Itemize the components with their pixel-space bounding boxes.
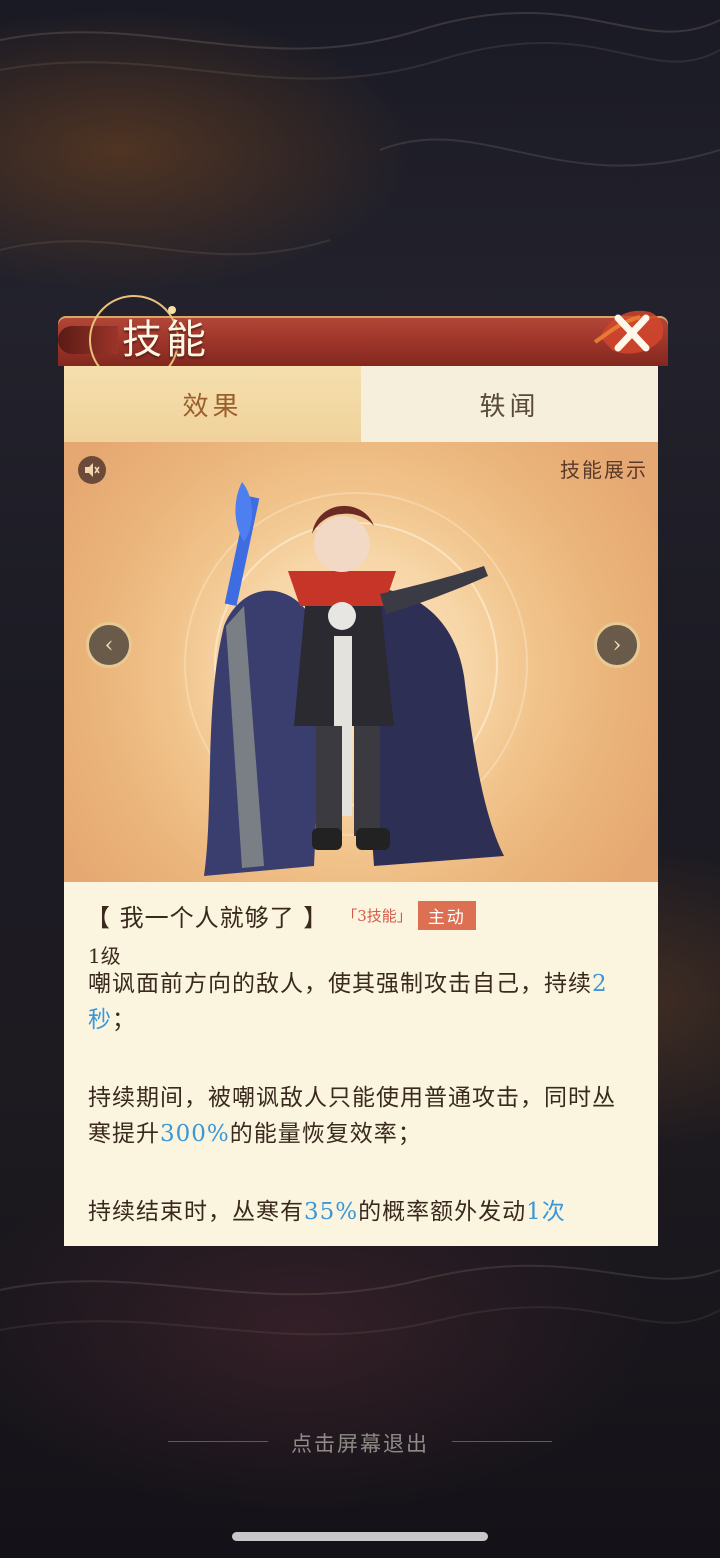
panel-title: 技能: [122, 317, 210, 363]
mute-button[interactable]: [78, 456, 106, 484]
active-tag: 主动: [417, 901, 476, 930]
skill-paragraph-1: 嘲讽面前方向的敌人，使其强制攻击自己，持续2秒；: [88, 971, 608, 1033]
next-button[interactable]: ›: [594, 622, 640, 668]
skill-level: 1级: [88, 944, 121, 968]
exit-hint[interactable]: 点击屏幕退出: [0, 1428, 720, 1458]
chance-value: 35%: [304, 1199, 359, 1225]
skill-paragraph-3: 持续结束时，丛寒有35%的概率额外发动1次: [88, 1199, 566, 1225]
chevron-left-icon: ‹: [104, 632, 114, 658]
chevron-right-icon: ›: [612, 632, 622, 658]
skill-preview: 技能展示 ‹ ›: [64, 442, 658, 882]
energy-value: 300%: [160, 1121, 230, 1147]
character-illustration: [204, 482, 504, 876]
skill-header: 【 我一个人就够了 】 「3技能」 主动: [86, 898, 476, 933]
skill-paragraph-2: 持续期间，被嘲讽敌人只能使用普通攻击，同时丛寒提升300%的能量恢复效率；: [88, 1085, 616, 1147]
skill-showcase-label: 技能展示: [560, 458, 648, 482]
mute-speaker-icon: [85, 463, 100, 477]
skill-panel: 效果 轶闻 技能展示 ‹ › 【 我一个人就够了 】 「3技能」 主动 1级 嘲…: [64, 366, 658, 1246]
close-button[interactable]: [590, 292, 670, 372]
skill-name: 【 我一个人就够了 】: [86, 904, 329, 932]
tab-effect[interactable]: 效果: [64, 366, 361, 442]
skill-type-tag: 「3技能」: [342, 907, 412, 925]
tab-anecdote[interactable]: 轶闻: [361, 366, 658, 442]
close-x-icon: [593, 310, 664, 354]
tab-bar: 效果 轶闻: [64, 366, 658, 442]
previous-button[interactable]: ‹: [86, 622, 132, 668]
skill-description: 【 我一个人就够了 】 「3技能」 主动 1级 嘲讽面前方向的敌人，使其强制攻击…: [64, 882, 658, 1246]
home-indicator[interactable]: [232, 1532, 488, 1541]
count-value: 1次: [526, 1199, 566, 1225]
